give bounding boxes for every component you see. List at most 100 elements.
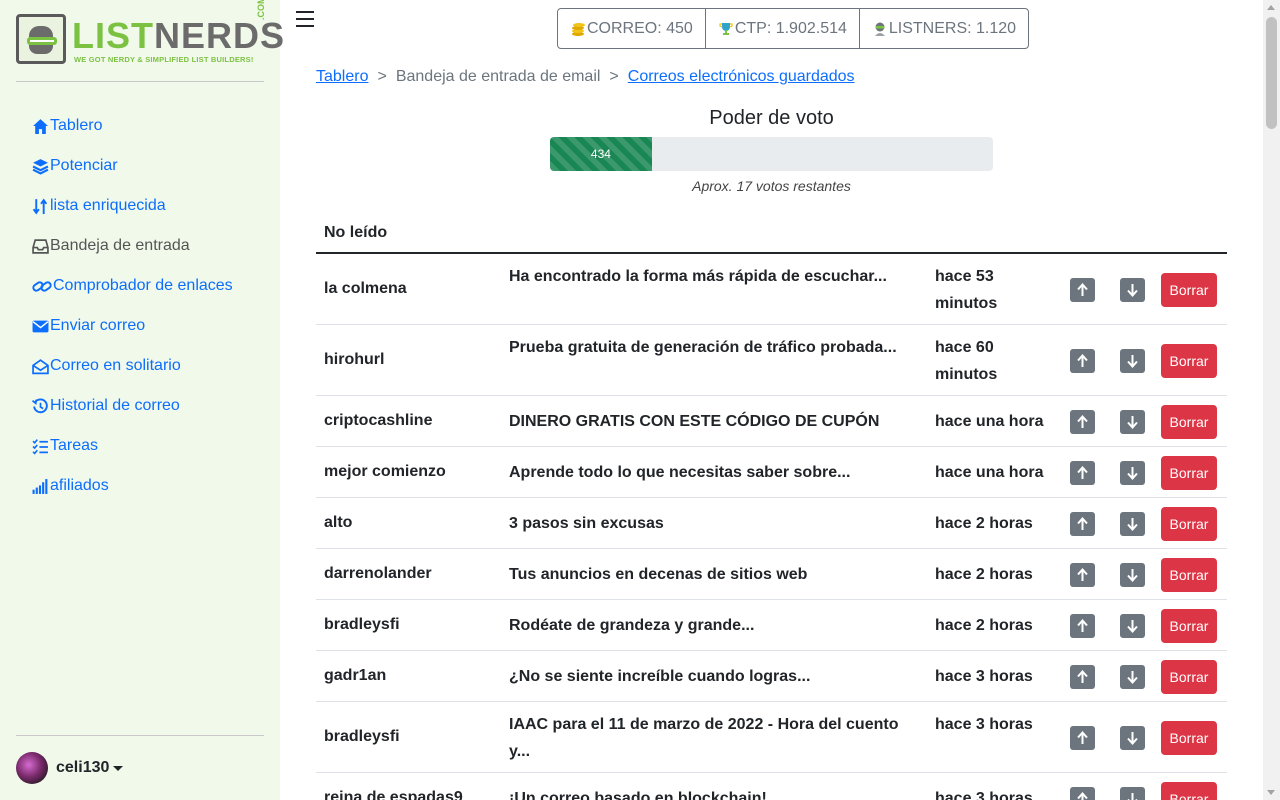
column-header-unread: No leído: [324, 224, 388, 241]
table-row[interactable]: la colmena Ha encontrado la forma más ráp…: [316, 254, 1227, 325]
subject[interactable]: Rodéate de grandeza y grande...: [509, 612, 909, 639]
scrollbar-thumb[interactable]: [1266, 17, 1277, 129]
caret-down-icon: [113, 765, 124, 771]
subject[interactable]: ¡Un correo basado en blockchain!: [509, 785, 909, 800]
timestamp: hace 3 horas: [935, 667, 1033, 685]
upvote-button[interactable]: [1070, 277, 1095, 302]
subject[interactable]: ¿No se siente increíble cuando logras...: [509, 663, 909, 690]
user-menu[interactable]: celi130: [16, 752, 124, 784]
delete-button[interactable]: Borrar: [1161, 659, 1217, 694]
downvote-button[interactable]: [1120, 511, 1145, 536]
subject[interactable]: Ha encontrado la forma más rápida de esc…: [509, 263, 909, 290]
timestamp: hace una hora: [935, 412, 1044, 430]
avatar: [16, 752, 48, 784]
stat-listners[interactable]: LISTNERS: 1.120: [860, 9, 1028, 48]
scrollbar[interactable]: [1263, 0, 1280, 800]
downvote-button[interactable]: [1120, 786, 1145, 800]
home-icon: [32, 118, 49, 135]
table-row[interactable]: darrenolander Tus anuncios en decenas de …: [316, 549, 1227, 600]
sender: bradleysfi: [324, 727, 400, 745]
upvote-button[interactable]: [1070, 348, 1095, 373]
downvote-button[interactable]: [1120, 277, 1145, 302]
upvote-button[interactable]: [1070, 562, 1095, 587]
timestamp: hace 3 horas: [935, 789, 1033, 800]
table-row[interactable]: bradleysfi Rodéate de grandeza y grande..…: [316, 600, 1227, 651]
downvote-button[interactable]: [1120, 409, 1145, 434]
upvote-button[interactable]: [1070, 725, 1095, 750]
downvote-button[interactable]: [1120, 664, 1145, 689]
upvote-button[interactable]: [1070, 460, 1095, 485]
sidebar-item-historial-de-correo[interactable]: Historial de correo: [31, 386, 272, 426]
upvote-button[interactable]: [1070, 613, 1095, 638]
subject[interactable]: 3 pasos sin excusas: [509, 510, 909, 537]
coins-icon: [570, 21, 586, 37]
delete-button[interactable]: Borrar: [1161, 506, 1217, 541]
trophy-icon: [718, 21, 734, 37]
table-row[interactable]: reina de espadas9 ¡Un correo basado en bl…: [316, 773, 1227, 800]
breadcrumb: Tablero > Bandeja de entrada de email > Corr…: [316, 68, 855, 85]
envelope-icon: [32, 318, 49, 335]
sender: gadr1an: [324, 666, 387, 684]
scroll-down-icon[interactable]: [1267, 790, 1275, 795]
subject[interactable]: IAAC para el 11 de marzo de 2022 - Hora …: [509, 711, 909, 765]
menu-toggle-icon[interactable]: [296, 11, 314, 28]
envelope-open-icon: [32, 358, 49, 375]
listnerds-logo[interactable]: LISTNERDS .COM WE GOT NERDY & SIMPLIFIED…: [16, 0, 284, 66]
table-row[interactable]: bradleysfi IAAC para el 11 de marzo de 20…: [316, 702, 1227, 773]
sidebar-nav: Tablero Potenciar lista enriquecida Band…: [31, 106, 272, 506]
downvote-button[interactable]: [1120, 460, 1145, 485]
upvote-button[interactable]: [1070, 409, 1095, 434]
upvote-button[interactable]: [1070, 511, 1095, 536]
timestamp: hace 2 horas: [935, 514, 1033, 532]
stats-group: CORREO: 450 CTP: 1.902.514 LISTNERS: 1.1…: [557, 8, 1030, 49]
sidebar-item-comprobador-de-enlaces[interactable]: Comprobador de enlaces: [32, 266, 272, 306]
sender: reina de espadas9: [324, 788, 463, 800]
sidebar-item-afiliados[interactable]: afiliados: [32, 466, 272, 506]
sidebar-item-enviar-correo[interactable]: Enviar correo: [32, 306, 272, 346]
link-icon: [32, 278, 52, 295]
subject[interactable]: DINERO GRATIS CON ESTE CÓDIGO DE CUPÓN: [509, 408, 909, 435]
upvote-button[interactable]: [1070, 786, 1095, 800]
table-row[interactable]: mejor comienzo Aprende todo lo que necesi…: [316, 447, 1227, 498]
table-row[interactable]: hirohurl Prueba gratuita de generación de…: [316, 325, 1227, 396]
delete-button[interactable]: Borrar: [1161, 781, 1217, 800]
downvote-button[interactable]: [1120, 348, 1145, 373]
table-row[interactable]: gadr1an ¿No se siente increíble cuando lo…: [316, 651, 1227, 702]
sidebar-item-tablero[interactable]: Tablero: [32, 106, 272, 146]
breadcrumb-tablero[interactable]: Tablero: [316, 68, 368, 85]
sidebar-item-bandeja-de-entrada[interactable]: Bandeja de entrada: [32, 226, 272, 266]
table-row[interactable]: alto 3 pasos sin excusas hace 2 horas Borra…: [316, 498, 1227, 549]
subject[interactable]: Tus anuncios en decenas de sitios web: [509, 561, 909, 588]
sidebar-item-tareas[interactable]: Tareas: [32, 426, 272, 466]
sidebar-item-potenciar[interactable]: Potenciar: [32, 146, 272, 186]
breadcrumb-correos-guardados[interactable]: Correos electrónicos guardados: [628, 68, 855, 85]
user-nerd-icon: [872, 21, 888, 37]
delete-button[interactable]: Borrar: [1161, 557, 1217, 592]
timestamp: hace 2 horas: [935, 565, 1033, 583]
divider: [16, 81, 264, 82]
upvote-button[interactable]: [1070, 664, 1095, 689]
sender: criptocashline: [324, 411, 433, 429]
history-icon: [31, 398, 49, 415]
sender: alto: [324, 513, 353, 531]
sidebar-item-correo-en-solitario[interactable]: Correo en solitario: [32, 346, 272, 386]
subject[interactable]: Aprende todo lo que necesitas saber sobr…: [509, 459, 909, 486]
delete-button[interactable]: Borrar: [1161, 608, 1217, 643]
sort-icon: [32, 197, 49, 215]
sidebar-item-lista-enriquecida[interactable]: lista enriquecida: [32, 186, 272, 226]
downvote-button[interactable]: [1120, 562, 1145, 587]
delete-button[interactable]: Borrar: [1161, 343, 1217, 378]
table-row[interactable]: criptocashline DINERO GRATIS CON ESTE CÓD…: [316, 396, 1227, 447]
downvote-button[interactable]: [1120, 613, 1145, 638]
delete-button[interactable]: Borrar: [1161, 720, 1217, 755]
subject[interactable]: Prueba gratuita de generación de tráfico…: [509, 334, 909, 361]
delete-button[interactable]: Borrar: [1161, 404, 1217, 439]
delete-button[interactable]: Borrar: [1161, 272, 1217, 307]
downvote-button[interactable]: [1120, 725, 1145, 750]
scroll-up-icon[interactable]: [1267, 5, 1275, 10]
stat-correo[interactable]: CORREO: 450: [558, 9, 706, 48]
username: celi130: [56, 759, 110, 776]
email-table: la colmena Ha encontrado la forma más ráp…: [316, 254, 1227, 800]
stat-ctp[interactable]: CTP: 1.902.514: [706, 9, 860, 48]
delete-button[interactable]: Borrar: [1161, 455, 1217, 490]
